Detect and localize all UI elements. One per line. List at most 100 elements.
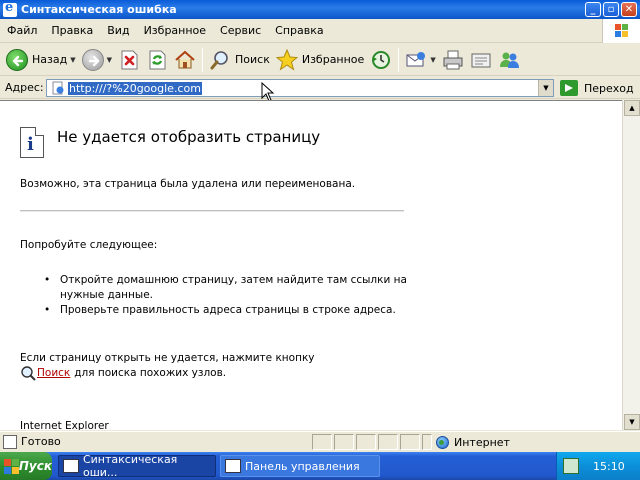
edit-icon: [470, 49, 492, 71]
history-icon: [370, 49, 392, 71]
close-button[interactable]: ✕: [621, 2, 637, 17]
try-heading: Попробуйте следующее:: [20, 239, 158, 251]
search-suffix: для поиска похожих узлов.: [74, 366, 227, 379]
refresh-icon: [146, 49, 168, 71]
status-bar: Готово Интернет: [0, 431, 640, 451]
system-tray: 15:10: [556, 452, 640, 480]
page-icon: [50, 81, 66, 95]
windows-logo: [602, 19, 640, 43]
back-dropdown-icon[interactable]: ▼: [70, 56, 75, 64]
list-item: Проверьте правильность адреса страницы в…: [40, 303, 420, 318]
error-heading: Не удается отобразить страницу: [57, 128, 321, 146]
menu-favorites[interactable]: Избранное: [137, 24, 213, 37]
clock[interactable]: 15:10: [593, 460, 625, 473]
search-label: Поиск: [235, 53, 270, 66]
refresh-button[interactable]: [143, 46, 171, 74]
error-subtext: Возможно, эта страница была удалена или …: [20, 178, 356, 190]
scroll-down-button[interactable]: ▼: [624, 414, 640, 430]
menu-view[interactable]: Вид: [100, 24, 136, 37]
control-panel-icon: [225, 459, 241, 473]
mail-icon: [405, 49, 427, 71]
back-arrow-icon: [6, 48, 28, 71]
status-pane: [312, 434, 332, 450]
internet-explorer-icon: [3, 0, 17, 17]
maximize-button[interactable]: ▫: [603, 2, 619, 17]
stop-icon: [118, 49, 140, 71]
go-arrow-icon: [560, 80, 578, 96]
page-content: i Не удается отобразить страницу Возможн…: [0, 100, 622, 430]
menu-bar: Файл Правка Вид Избранное Сервис Справка: [0, 19, 640, 43]
taskbar-item-control-panel[interactable]: Панель управления: [220, 455, 380, 477]
fallback-text: Если страницу открыть не удается, нажмит…: [20, 352, 315, 364]
history-button[interactable]: [367, 46, 395, 74]
globe-icon: [436, 435, 449, 449]
window-title: Синтаксическая ошибка: [21, 3, 177, 16]
network-tray-icon[interactable]: [563, 458, 579, 474]
favorites-star-icon: [275, 48, 299, 71]
forward-dropdown-icon[interactable]: ▼: [107, 56, 112, 64]
address-url[interactable]: http:///?%20google.com: [68, 81, 202, 95]
search-button[interactable]: Поиск: [206, 46, 273, 74]
taskbar-item-label: Панель управления: [245, 459, 360, 473]
menu-help[interactable]: Справка: [268, 24, 330, 37]
start-button[interactable]: Пуск: [0, 452, 52, 480]
toolbar: Назад ▼ ▼ Поиск Избранное ▼: [0, 44, 640, 76]
footer-text: Internet Explorer: [20, 420, 109, 430]
zone-label: Интернет: [454, 435, 510, 449]
windows-flag-icon: [615, 24, 629, 37]
search-link[interactable]: Поиск: [37, 366, 70, 381]
minimize-button[interactable]: _: [585, 2, 601, 17]
mail-dropdown-icon[interactable]: ▼: [430, 56, 435, 64]
go-button[interactable]: Переход: [560, 79, 638, 97]
print-icon: [442, 49, 464, 71]
back-label: Назад: [32, 53, 68, 66]
divider: [20, 210, 404, 212]
favorites-button[interactable]: Избранное: [273, 46, 367, 74]
home-icon: [174, 49, 196, 71]
favorites-label: Избранное: [301, 53, 365, 66]
mouse-cursor-icon: [261, 82, 275, 102]
scroll-up-button[interactable]: ▲: [624, 100, 640, 116]
messenger-button[interactable]: [495, 46, 523, 74]
messenger-icon: [498, 49, 520, 71]
back-button[interactable]: Назад ▼: [3, 46, 79, 74]
edit-button[interactable]: [467, 46, 495, 74]
go-label: Переход: [584, 81, 634, 95]
home-button[interactable]: [171, 46, 199, 74]
windows-flag-icon: [4, 458, 19, 474]
address-bar: Адрес: http:///?%20google.com ▼ Переход: [0, 77, 640, 99]
address-dropdown-button[interactable]: ▼: [538, 80, 553, 96]
mail-button[interactable]: ▼: [402, 46, 438, 74]
toolbar-separator: [202, 47, 203, 72]
vertical-scrollbar[interactable]: ▲ ▼: [622, 100, 640, 430]
start-label: Пуск: [18, 459, 52, 473]
status-pane: [356, 434, 376, 450]
list-item: Откройте домашнюю страницу, затем найдит…: [40, 273, 420, 303]
status-text: Готово: [21, 435, 61, 448]
toolbar-separator: [398, 47, 400, 72]
taskbar: Пуск Синтаксическая оши... Панель управл…: [0, 452, 640, 480]
security-zone: Интернет: [436, 434, 636, 450]
internet-explorer-icon: [63, 459, 79, 473]
page-status-icon: [3, 434, 17, 449]
stop-button[interactable]: [115, 46, 143, 74]
suggestions-list: Откройте домашнюю страницу, затем найдит…: [40, 273, 420, 318]
search-line: Поиск для поиска похожих узлов.: [20, 365, 226, 381]
address-input[interactable]: http:///?%20google.com ▼: [46, 79, 554, 97]
status-pane: [334, 434, 354, 450]
menu-edit[interactable]: Правка: [44, 24, 100, 37]
status-pane: [400, 434, 420, 450]
search-icon: [20, 365, 36, 381]
search-icon: [209, 49, 231, 71]
taskbar-item-label: Синтаксическая оши...: [82, 453, 178, 479]
status-pane: [378, 434, 398, 450]
address-label: Адрес:: [5, 81, 44, 94]
status-pane: [422, 434, 432, 450]
menu-file[interactable]: Файл: [0, 24, 44, 37]
title-bar[interactable]: Синтаксическая ошибка _ ▫ ✕: [0, 0, 640, 19]
taskbar-item-ie[interactable]: Синтаксическая оши...: [58, 453, 216, 479]
print-button[interactable]: [439, 46, 467, 74]
forward-button[interactable]: ▼: [79, 46, 115, 74]
menu-tools[interactable]: Сервис: [213, 24, 268, 37]
info-page-icon: i: [20, 127, 44, 158]
